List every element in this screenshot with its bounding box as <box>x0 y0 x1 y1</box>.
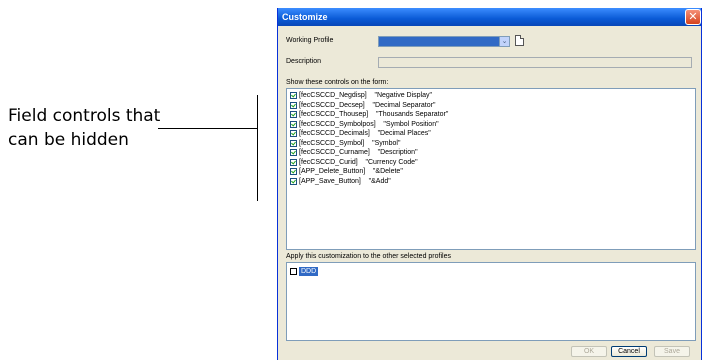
profile-name: DDD <box>299 266 319 276</box>
control-row[interactable]: [fecCSCCD_Decsep] "Decimal Separator" <box>290 101 695 111</box>
ok-button[interactable]: OK <box>571 346 607 357</box>
control-label: [fecCSCCD_Curid] "Currency Code" <box>299 158 418 166</box>
control-checkbox[interactable] <box>290 101 297 109</box>
working-profile-label: Working Profile <box>286 37 334 44</box>
new-profile-icon[interactable] <box>515 35 524 46</box>
callout-text: Field controls that can be hidden <box>8 106 161 150</box>
control-row[interactable]: [fecCSCCD_Curname] "Description" <box>290 148 695 158</box>
control-row[interactable]: [APP_Delete_Button] "&Delete" <box>290 167 695 177</box>
chevron-down-icon[interactable]: ⌄ <box>499 36 510 47</box>
control-checkbox[interactable] <box>290 92 297 100</box>
callout-leader-line <box>158 128 257 129</box>
description-label: Description <box>286 58 322 65</box>
control-row[interactable]: [fecCSCCD_Curid] "Currency Code" <box>290 158 695 168</box>
cancel-button[interactable]: Cancel <box>611 346 647 357</box>
control-label: [fecCSCCD_Symbol] "Symbol" <box>299 139 401 147</box>
controls-header: Show these controls on the form: <box>286 79 389 86</box>
controls-list[interactable]: [fecCSCCD_Negdisp] "Negative Display" [fe… <box>286 88 696 250</box>
control-row[interactable]: [fecCSCCD_Decimals] "Decimal Places" <box>290 129 695 139</box>
control-checkbox[interactable] <box>290 120 297 128</box>
profiles-list[interactable]: DDD <box>286 262 696 341</box>
control-row[interactable]: [APP_Save_Button] "&Add" <box>290 177 695 187</box>
apply-header: Apply this customization to the other se… <box>286 253 451 260</box>
control-row[interactable]: [fecCSCCD_Symbol] "Symbol" <box>290 139 695 149</box>
profile-row[interactable]: DDD <box>290 266 695 276</box>
control-checkbox[interactable] <box>290 111 297 119</box>
control-checkbox[interactable] <box>290 158 297 166</box>
control-label: [fecCSCCD_Symbolpos] "Symbol Position" <box>299 120 439 128</box>
callout-bracket <box>257 95 258 201</box>
save-button[interactable]: Save <box>654 346 690 357</box>
control-checkbox[interactable] <box>290 149 297 157</box>
control-row[interactable]: [fecCSCCD_Negdisp] "Negative Display" <box>290 91 695 101</box>
working-profile-select[interactable] <box>378 36 509 47</box>
profile-checkbox[interactable] <box>290 267 297 275</box>
dialog-title: Customize <box>282 12 328 22</box>
close-button[interactable]: ✕ <box>685 9 701 25</box>
control-checkbox[interactable] <box>290 168 297 176</box>
control-checkbox[interactable] <box>290 177 297 185</box>
description-field[interactable] <box>378 57 692 68</box>
dialog-titlebar: Customize <box>278 8 701 26</box>
customize-dialog: Customize ✕ Working Profile ⌄ Descriptio… <box>277 8 702 360</box>
control-row[interactable]: [fecCSCCD_Symbolpos] "Symbol Position" <box>290 120 695 130</box>
control-checkbox[interactable] <box>290 139 297 147</box>
control-label: [fecCSCCD_Decsep] "Decimal Separator" <box>299 101 436 109</box>
control-label: [fecCSCCD_Curname] "Description" <box>299 149 418 156</box>
control-row[interactable]: [fecCSCCD_Thousep] "Thousands Separator" <box>290 110 695 120</box>
control-label: [fecCSCCD_Thousep] "Thousands Separator" <box>299 111 449 118</box>
control-label: [fecCSCCD_Decimals] "Decimal Places" <box>299 130 431 137</box>
control-label: [APP_Save_Button] "&Add" <box>299 177 391 185</box>
control-label: [APP_Delete_Button] "&Delete" <box>299 168 403 175</box>
control-checkbox[interactable] <box>290 130 297 138</box>
control-label: [fecCSCCD_Negdisp] "Negative Display" <box>299 92 432 99</box>
